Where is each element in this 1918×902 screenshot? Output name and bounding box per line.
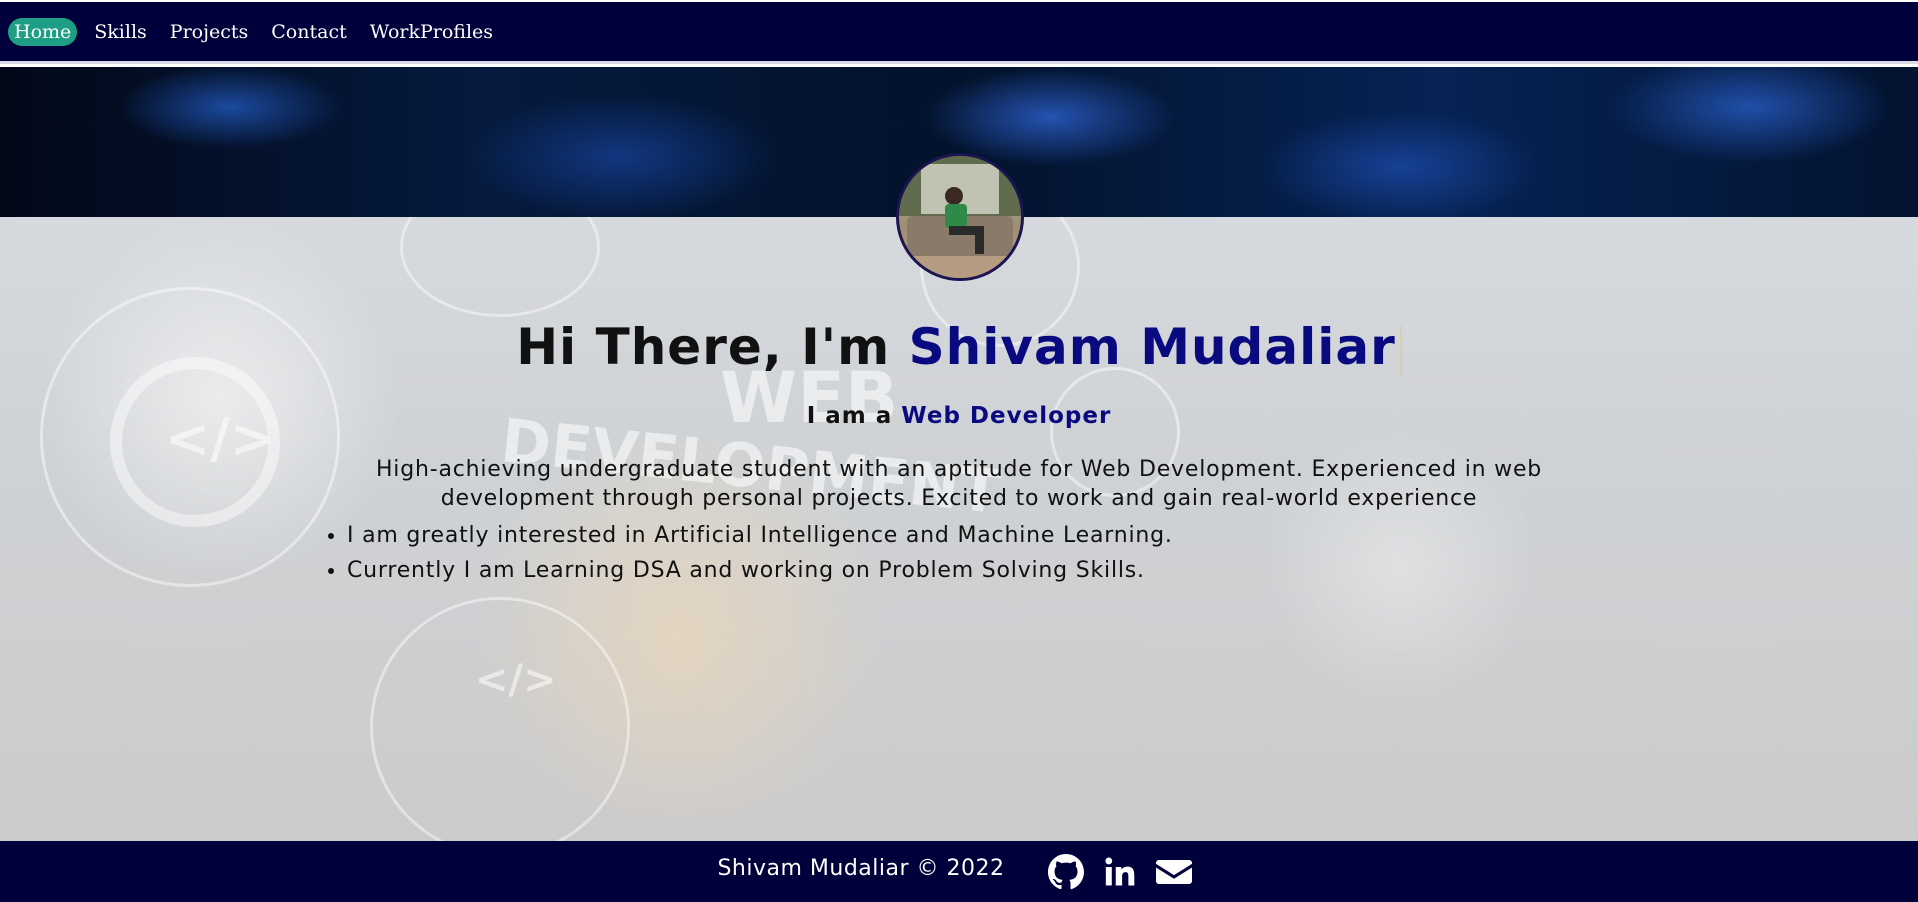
greeting-text: Hi There, I'm [516, 318, 891, 376]
hero-heading: Hi There, I'm Shivam Mudaliar [0, 318, 1918, 376]
hero-content: Hi There, I'm Shivam Mudaliar I am a Web… [0, 0, 1918, 902]
linkedin-icon[interactable] [1101, 853, 1139, 891]
copyright-text: Shivam Mudaliar © 2022 [717, 856, 1005, 881]
envelope-icon[interactable] [1155, 853, 1193, 891]
typing-cursor [1399, 325, 1402, 376]
interest-item: Currently I am Learning DSA and working … [347, 553, 1647, 588]
hero-subheading: I am a Web Developer [0, 403, 1918, 429]
about-paragraph: High-achieving undergraduate student wit… [375, 457, 1543, 511]
role-prefix-text: I am a [806, 403, 893, 429]
social-links [1039, 853, 1201, 891]
role-text: Web Developer [901, 403, 1112, 429]
name-text: Shivam Mudaliar [908, 318, 1396, 376]
interest-list: I am greatly interested in Artificial In… [347, 518, 1647, 588]
github-icon[interactable] [1047, 853, 1085, 891]
interest-item: I am greatly interested in Artificial In… [347, 518, 1647, 553]
page-footer: Shivam Mudaliar © 2022 [0, 841, 1918, 902]
